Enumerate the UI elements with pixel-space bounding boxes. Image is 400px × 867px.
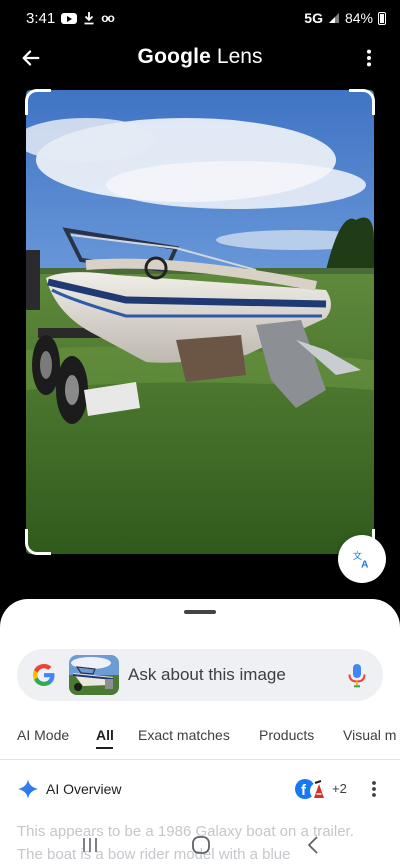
crop-handle-bottom-left[interactable]	[25, 529, 51, 555]
battery-percent: 84%	[344, 10, 373, 26]
status-bar: 3:41 oo 5G 84%	[0, 0, 400, 36]
ai-overview-title: AI Overview	[46, 781, 122, 797]
active-tab-indicator	[96, 747, 113, 749]
app-header: Google Lens	[0, 36, 400, 80]
more-vert-icon	[372, 781, 376, 797]
search-placeholder: Ask about this image	[128, 665, 286, 684]
status-time: 3:41	[26, 9, 56, 27]
source-favicons-icon[interactable]: f	[294, 777, 330, 801]
system-nav-bar	[0, 823, 400, 867]
page-title: Google Lens	[0, 45, 400, 69]
search-bar[interactable]: Ask about this image	[17, 649, 383, 701]
youtube-notification-icon	[61, 12, 78, 24]
sheet-drag-handle[interactable]	[184, 610, 216, 614]
sparkle-icon	[18, 779, 38, 799]
tabs-divider	[0, 759, 400, 760]
svg-text:A: A	[361, 559, 369, 570]
crop-handle-top-right[interactable]	[349, 89, 375, 115]
network-type: 5G	[304, 10, 323, 26]
download-icon	[84, 12, 94, 25]
translate-icon: 文 A	[353, 550, 369, 570]
more-vert-icon	[366, 49, 372, 67]
lens-image-viewport[interactable]	[26, 90, 374, 554]
battery-icon	[378, 11, 386, 25]
title-product: Lens	[216, 45, 263, 68]
tab-all[interactable]: All	[96, 727, 114, 743]
boat-photo	[26, 90, 374, 554]
tab-exact-matches[interactable]: Exact matches	[138, 727, 230, 743]
recent-apps-icon[interactable]	[80, 835, 100, 855]
voicemail-icon: oo	[101, 11, 115, 25]
selected-image-thumbnail[interactable]	[69, 655, 119, 695]
tab-visual-matches[interactable]: Visual m	[343, 727, 396, 743]
tab-products[interactable]: Products	[259, 727, 314, 743]
tab-ai-mode[interactable]: AI Mode	[17, 727, 69, 743]
home-icon[interactable]	[190, 834, 212, 856]
google-logo-icon	[33, 664, 55, 686]
nav-back-icon[interactable]	[304, 834, 324, 856]
title-brand: Google	[137, 45, 212, 68]
crop-handle-top-left[interactable]	[25, 89, 51, 115]
ai-overview-header[interactable]: AI Overview f +2	[0, 771, 400, 807]
translate-button[interactable]: 文 A	[338, 535, 386, 583]
microphone-icon[interactable]	[345, 662, 369, 688]
results-tabs: AI Mode All Exact matches Products Visua…	[0, 723, 400, 759]
boat-thumbnail-image	[69, 655, 119, 695]
signal-icon	[328, 13, 339, 23]
source-count: +2	[332, 781, 347, 796]
ai-overview-more-button[interactable]	[364, 777, 384, 801]
more-options-button[interactable]	[356, 45, 382, 71]
